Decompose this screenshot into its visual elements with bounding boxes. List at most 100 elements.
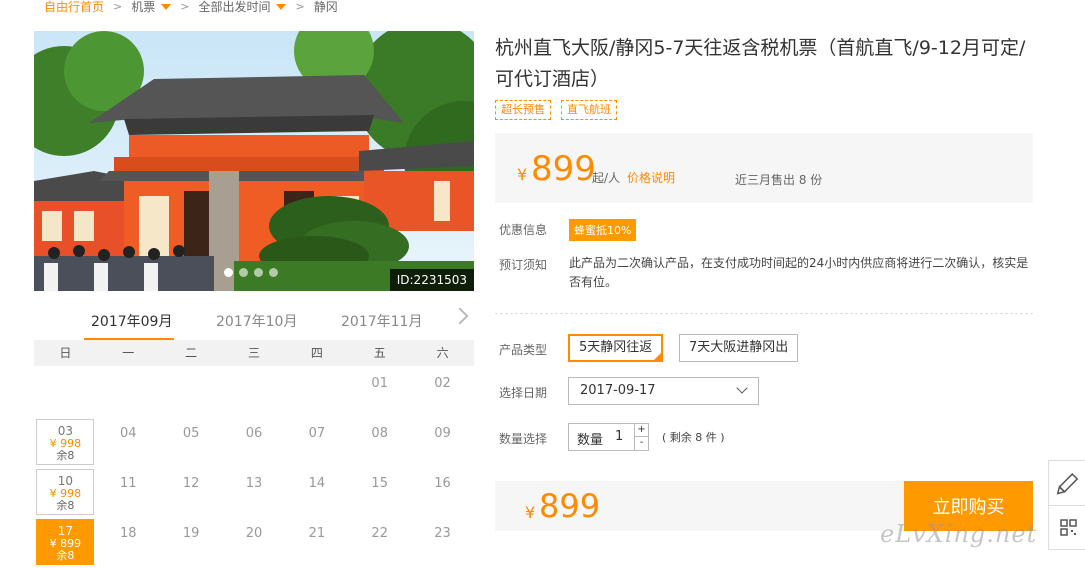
quantity-label: 数量选择 [499,432,548,446]
calendar-day: 22 [351,519,409,565]
divider [495,313,1033,314]
chevron-down-icon [736,382,748,394]
calendar-day: 16 [414,469,472,515]
day-number: 13 [245,476,263,491]
price-unit: 起/人 [592,171,621,185]
calendar-day: 18 [99,519,157,565]
product-image-carousel[interactable]: ID:2231503 [34,31,474,291]
chevron-right-icon: > [180,0,190,13]
quantity-decrement-button[interactable]: - [634,437,648,450]
day-number: 22 [371,526,388,541]
day-number: 16 [434,476,451,491]
month-tab[interactable]: 2017年09月 [91,311,172,331]
calendar-day: 14 [288,469,346,515]
weekday-label: 三 [248,346,261,360]
calendar-day: 15 [351,469,409,515]
notice-label: 预订须知 [499,258,548,272]
calendar-day: 23 [414,519,472,565]
date-label: 选择日期 [499,386,548,400]
breadcrumb: 自由行首页 > 机票 > 全部出发时间 > 静冈 [44,0,338,14]
quantity-field-label: 数量 [577,433,604,448]
weekday-label: 四 [310,346,323,360]
day-number: 01 [371,376,388,391]
calendar-day: 04 [99,419,157,465]
breadcrumb-home-link[interactable]: 自由行首页 [44,0,104,15]
calendar-day: 08 [351,419,409,465]
date-select[interactable]: 2017-09-17 [568,377,759,405]
day-number: 19 [182,526,200,541]
chevron-right-icon[interactable] [451,307,469,325]
day-number: 23 [434,526,451,541]
calendar-day-selected[interactable]: 17 ¥ 899 余8 [36,519,95,565]
product-tags: 超长预售 直飞航班 [495,100,617,120]
breadcrumb-current: 静冈 [313,0,338,14]
day-number: 10 [57,474,74,488]
calendar-day: 11 [99,469,157,515]
carousel-dot[interactable] [269,268,278,277]
qrcode-tool[interactable] [1049,506,1085,551]
day-number: 15 [371,476,388,491]
day-stock: 余8 [56,449,75,462]
calendar-day-available[interactable]: 10 ¥ 998 余8 [36,469,95,515]
product-type-option-selected[interactable]: 5天静冈往返 [568,334,664,362]
carousel-dot[interactable] [224,268,233,277]
calendar-day: 01 [351,369,409,415]
day-number: 17 [57,524,74,538]
notice-text: 此产品为二次确认产品，在支付成功时间起的24小时内供应商将进行二次确认，核实是否… [569,256,1029,289]
calendar-day: 20 [225,519,283,565]
product-type-label: 产品类型 [499,343,548,357]
quantity-increment-button[interactable]: + [634,424,648,437]
day-number: 11 [120,476,137,491]
sold-count: 近三月售出 8 份 [735,173,823,187]
day-number: 18 [120,526,137,541]
day-number: 20 [245,526,263,541]
calendar-day: 21 [288,519,346,565]
remaining-stock: ( 剩余 8 件 ) [662,431,725,444]
day-number: 04 [120,426,137,441]
quantity-stepper: 数量 1 + - [568,423,649,451]
breadcrumb-flights-dropdown[interactable]: 机票 [131,0,172,15]
month-tab[interactable]: 2017年10月 [216,311,297,331]
calendar-day-available[interactable]: 03 ¥ 998 余8 [36,419,95,465]
weekday-label: 六 [436,346,449,360]
day-number: 21 [308,526,326,541]
day-number: 12 [182,476,200,491]
breadcrumb-departure-label: 全部出发时间 [198,0,271,14]
price-value: 899 [531,149,596,189]
side-toolbar [1048,460,1085,550]
month-tab[interactable]: 2017年11月 [341,311,422,331]
breadcrumb-flights-label: 机票 [131,0,156,14]
quantity-input[interactable]: 1 [615,429,623,444]
carousel-dot[interactable] [239,268,248,277]
carousel-dots [224,268,278,277]
tag-direct-flight: 直飞航班 [561,100,617,120]
total-price: 899 [539,487,601,525]
day-number: 02 [434,376,451,391]
calendar-day: 05 [162,419,220,465]
day-number: 14 [308,476,326,491]
carousel-dot[interactable] [254,268,263,277]
promo-badge: 蜂蜜抵10% [569,219,637,241]
shrine-gate-photo [34,31,474,291]
breadcrumb-departure-dropdown[interactable]: 全部出发时间 [198,0,287,15]
calendar-day: 06 [225,419,283,465]
chevron-right-icon: > [295,0,305,13]
total-currency: ¥ [525,503,536,522]
day-stock: 余8 [56,499,75,512]
feedback-tool[interactable] [1049,461,1085,506]
weekday-label: 日 [59,346,72,360]
day-number: 06 [245,426,263,441]
price-currency: ¥ [517,165,528,184]
calendar-day: 07 [288,419,346,465]
day-stock: 余8 [56,549,75,562]
weekday-label: 二 [185,346,198,360]
qrcode-icon [1060,519,1077,536]
day-number: 05 [182,426,200,441]
product-type-option[interactable]: 7天大阪进静冈出 [679,334,799,362]
chevron-right-icon: > [113,0,123,13]
calendar-day: 13 [225,469,283,515]
weekday-header: 日 一 二 三 四 五 六 [34,340,474,366]
weekday-label: 一 [122,346,135,360]
calendar-day: 19 [162,519,220,565]
price-explain-link[interactable]: 价格说明 [627,169,675,186]
